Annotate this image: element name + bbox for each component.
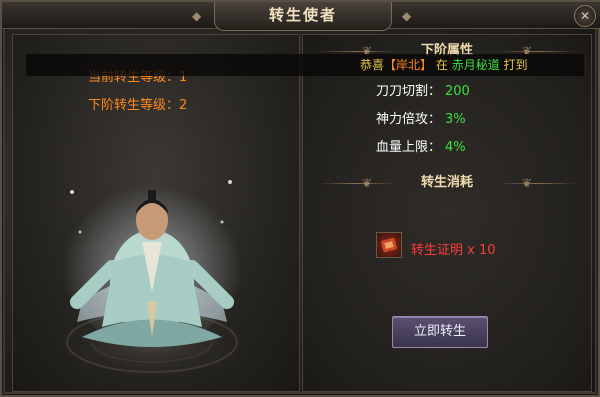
close-button[interactable]: ✕	[574, 5, 596, 27]
cost-item-text: 转生证明 x 10	[411, 243, 496, 258]
announce-player: 【岸北】	[384, 58, 433, 72]
next-level-text: 下阶转生等级：2	[88, 98, 188, 113]
section-title: 转生消耗	[420, 175, 473, 190]
announce-place: 赤月秘道	[451, 58, 500, 72]
attribute-value: 3%	[445, 112, 466, 127]
token-item-icon	[381, 237, 397, 253]
cost-item-slot[interactable]	[376, 232, 402, 258]
announcement-ticker: 恭喜【岸北】 在 赤月秘道 打到	[26, 54, 584, 76]
window-title: 转生使者	[214, 2, 392, 31]
announce-suffix: 打到	[503, 58, 528, 72]
attribute-name: 神力倍攻：	[376, 112, 442, 127]
reincarnation-window: ◆ 转生使者 ◆ ✕ 当前转生等级：1 下阶转生等级：2 ❦ 下阶属性 ❦ 刀刀…	[0, 0, 600, 397]
announce-middle: 在	[435, 58, 448, 72]
attribute-value: 4%	[445, 140, 466, 155]
attribute-row: 神力倍攻： 3%	[376, 108, 466, 127]
ornament-icon: ❦	[362, 176, 373, 190]
announce-prefix: 恭喜	[360, 58, 385, 72]
reincarnate-button[interactable]: 立即转生	[392, 316, 488, 348]
attribute-row: 血量上限： 4%	[376, 136, 466, 155]
attribute-name: 血量上限：	[376, 140, 442, 155]
section-header-cost: ❦ 转生消耗 ❦	[318, 172, 576, 194]
attribute-name: 刀刀切割：	[376, 84, 442, 99]
ornament-icon: ◆	[402, 9, 412, 23]
attribute-value: 200	[445, 84, 470, 99]
close-icon: ✕	[579, 9, 591, 23]
ornament-icon: ◆	[192, 9, 202, 23]
title-bar: ◆ 转生使者 ◆ ✕	[2, 2, 600, 31]
npc-figure	[42, 152, 262, 392]
attribute-row: 刀刀切割： 200	[376, 80, 470, 99]
